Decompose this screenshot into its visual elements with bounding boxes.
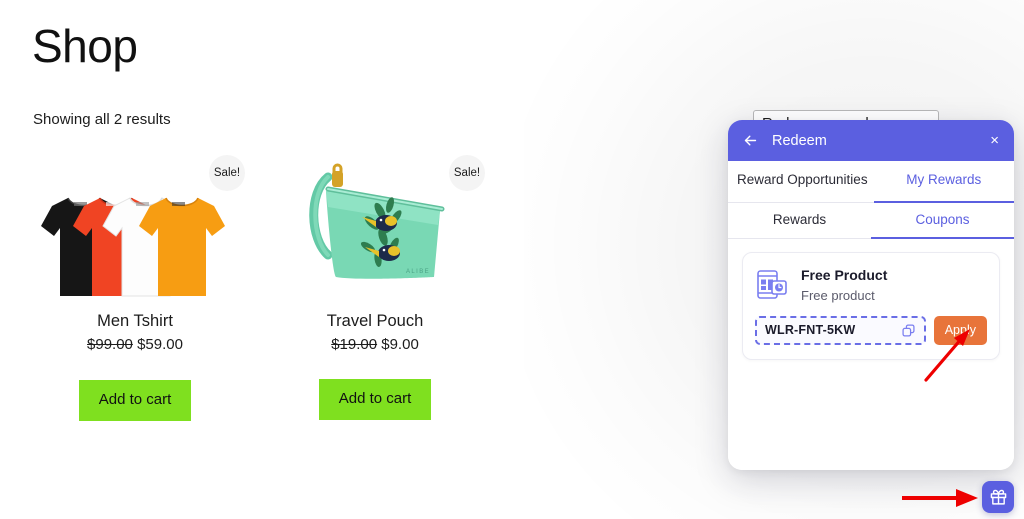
page-root: Shop Showing all 2 results Sale! Men Tsh…: [0, 0, 1024, 519]
widget-body: Free Product Free product WLR-FNT-5KW Ap…: [728, 239, 1014, 470]
redeem-widget: Redeem × Reward Opportunities My Rewards…: [728, 120, 1014, 470]
add-to-cart-button[interactable]: Add to cart: [318, 379, 432, 420]
copy-icon[interactable]: [901, 323, 916, 338]
product-name: Men Tshirt: [97, 312, 173, 330]
coupon-subtitle: Free product: [801, 287, 875, 303]
product-image-travel-pouch[interactable]: ALIBE: [273, 150, 477, 300]
product-price: $99.00 $59.00: [33, 336, 237, 353]
product-card[interactable]: Sale! Men Tshirt $99.00 $59.00 Add to ca…: [33, 150, 245, 421]
sale-badge: Sale!: [209, 155, 245, 191]
price-sale: $59.00: [137, 336, 183, 353]
primary-tab-bar: Reward Opportunities My Rewards: [728, 161, 1014, 203]
product-card[interactable]: Sale! ALIBE Travel Pouch $19.00 $9.00 Ad…: [273, 150, 485, 421]
product-grid: Sale! Men Tshirt $99.00 $59.00 Add to ca…: [33, 150, 513, 421]
price-original: $99.00: [87, 336, 133, 353]
travel-pouch-graphic: ALIBE: [288, 151, 463, 299]
widget-title: Redeem: [772, 132, 827, 149]
coupon-title: Free Product: [801, 267, 888, 284]
product-name: Travel Pouch: [326, 312, 424, 330]
product-image-mens-tshirt[interactable]: [33, 150, 237, 300]
price-original: $19.00: [331, 336, 378, 353]
product-card-icon: [755, 268, 789, 302]
coupon-action-row: WLR-FNT-5KW Apply: [755, 315, 987, 345]
product-price: $19.00 $9.00: [273, 336, 477, 353]
coupon-code: WLR-FNT-5KW: [765, 323, 856, 338]
close-icon[interactable]: ×: [987, 131, 1002, 150]
tab-rewards[interactable]: Rewards: [728, 203, 871, 239]
gift-icon: [990, 489, 1007, 506]
svg-text:ALIBE: ALIBE: [406, 269, 430, 275]
widget-header: Redeem ×: [728, 120, 1014, 161]
launcher-button[interactable]: [982, 481, 1014, 513]
coupon-header: Free Product Free product: [755, 266, 987, 303]
price-sale: $9.00: [381, 336, 419, 353]
coupon-text-block: Free Product Free product: [801, 266, 887, 302]
tab-reward-opportunities[interactable]: Reward Opportunities: [728, 161, 874, 203]
tshirt-stack-graphic: [38, 182, 233, 300]
sale-badge: Sale!: [449, 155, 485, 191]
tab-my-rewards[interactable]: My Rewards: [873, 161, 1014, 203]
coupon-card: Free Product Free product WLR-FNT-5KW Ap…: [742, 252, 1000, 360]
coupon-code-box[interactable]: WLR-FNT-5KW: [755, 315, 926, 345]
annotation-arrow-launcher: [902, 489, 978, 507]
secondary-tab-bar: Rewards Coupons: [728, 203, 1014, 240]
page-title: Shop: [32, 20, 138, 72]
arrow-left-icon[interactable]: [740, 131, 760, 151]
add-to-cart-button[interactable]: Add to cart: [78, 380, 192, 421]
results-count: Showing all 2 results: [33, 111, 171, 128]
apply-button[interactable]: Apply: [933, 315, 987, 345]
tab-coupons[interactable]: Coupons: [871, 203, 1014, 240]
